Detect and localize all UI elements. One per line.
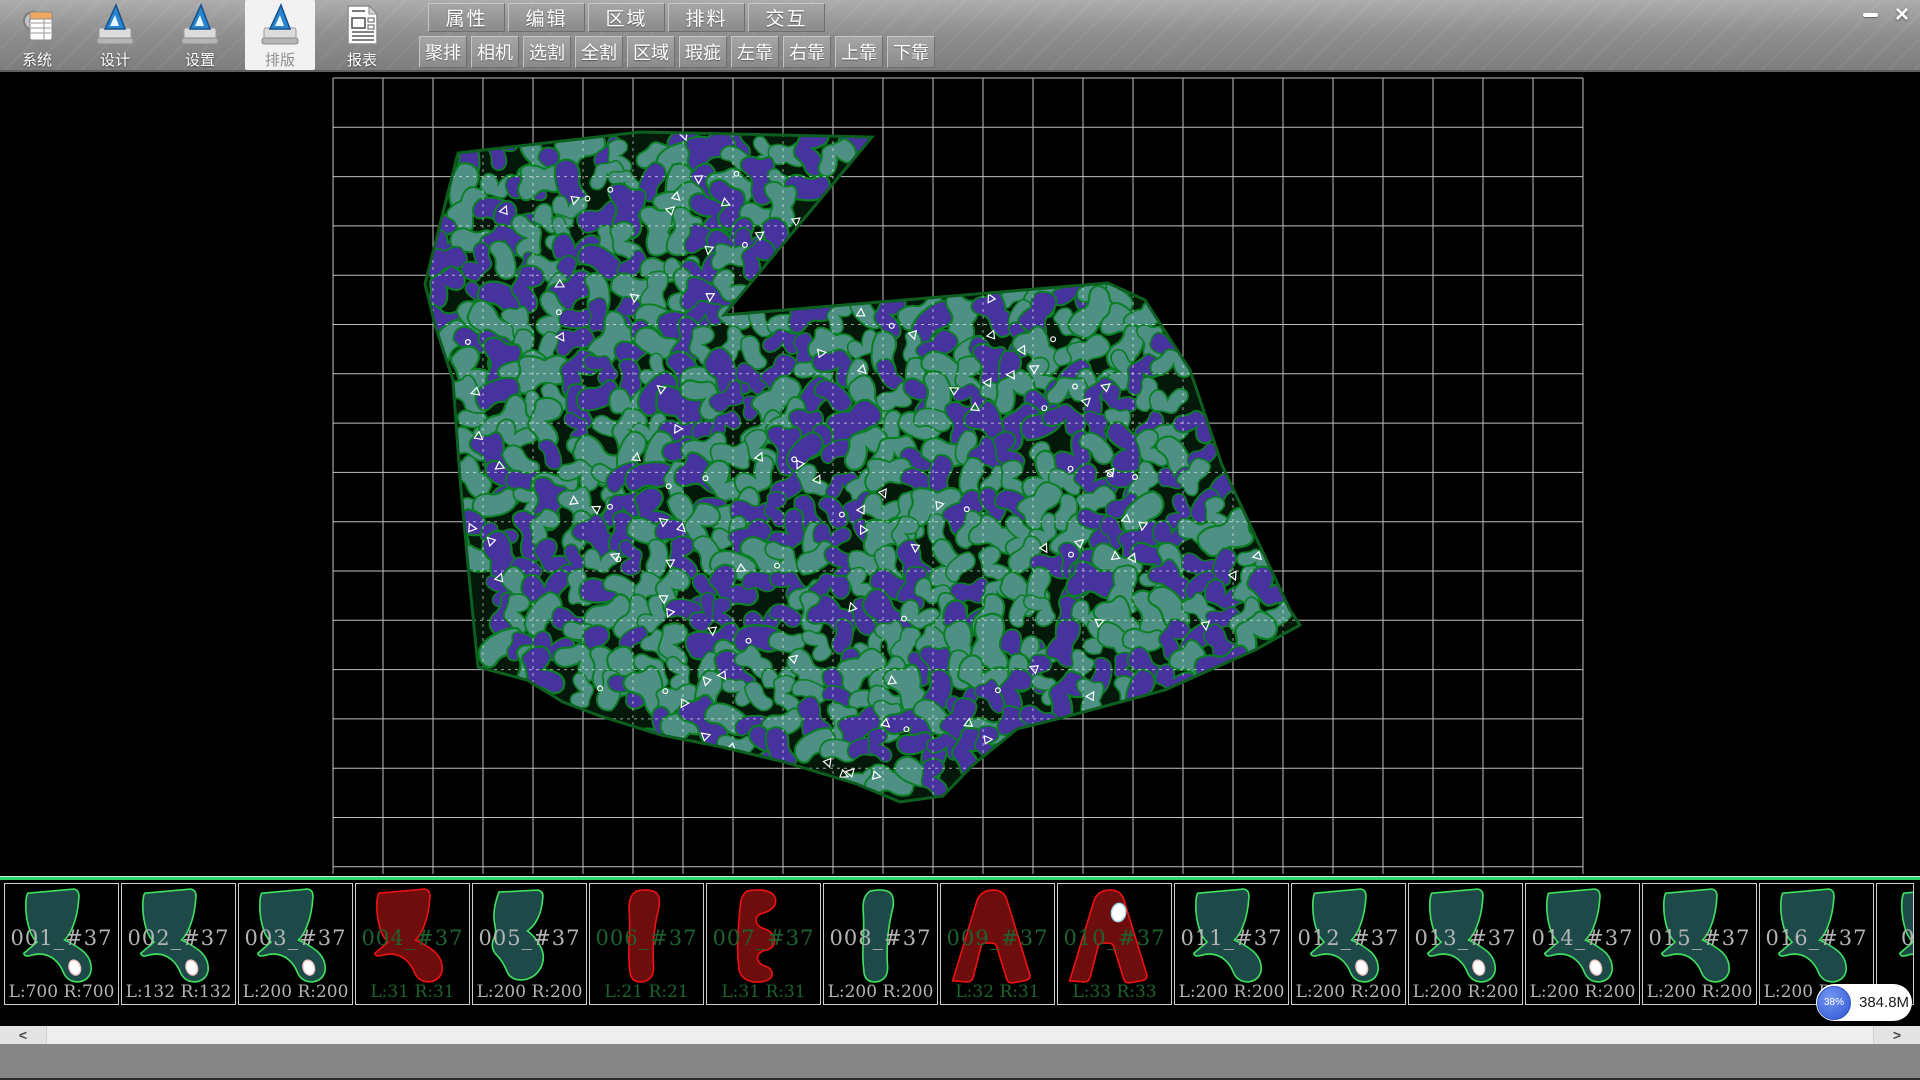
menu-nest[interactable]: 排料 (668, 3, 745, 32)
piece-thumbnail-shape (358, 886, 467, 988)
scroll-right-button[interactable]: > (1873, 1026, 1920, 1044)
tool-select-cut[interactable]: 选割 (523, 36, 571, 68)
ruler-icon (92, 2, 138, 48)
piece-thumbnail-010_#37[interactable]: 010_#37L:33 R:33 (1057, 883, 1172, 1005)
piece-thumbnail-012_#37[interactable]: 012_#37L:200 R:200 (1291, 883, 1406, 1005)
canvas-drawing (0, 72, 1920, 876)
piece-thumbnail-004_#37[interactable]: 004_#37L:31 R:31 (355, 883, 470, 1005)
piece-thumbnail-003_#37[interactable]: 003_#37L:200 R:200 (238, 883, 353, 1005)
piece-thumbnail-shape (1294, 886, 1403, 988)
report-icon (339, 2, 385, 48)
piece-thumbnail-008_#37[interactable]: 008_#37L:200 R:200 (823, 883, 938, 1005)
scroll-left-button[interactable]: < (0, 1026, 47, 1044)
tool-snap-top[interactable]: 上靠 (835, 36, 883, 68)
nesting-canvas[interactable] (0, 72, 1920, 876)
tool-snap-right[interactable]: 右靠 (783, 36, 831, 68)
piece-thumbnail-014_#37[interactable]: 014_#37L:200 R:200 (1525, 883, 1640, 1005)
pieces-strip: 001_#37L:700 R:700002_#37L:132 R:132003_… (0, 876, 1920, 1012)
nav-label-report: 报表 (347, 49, 377, 70)
nav-label-nesting: 排版 (265, 49, 295, 70)
piece-thumbnail-005_#37[interactable]: 005_#37L:200 R:200 (472, 883, 587, 1005)
piece-thumbnail-009_#37[interactable]: 009_#37L:32 R:31 (940, 883, 1055, 1005)
piece-thumbnail-shape (1645, 886, 1754, 988)
minimize-icon (1863, 13, 1878, 17)
tool-camera[interactable]: 相机 (471, 36, 519, 68)
piece-thumbnail-shape (7, 886, 116, 988)
piece-thumbnail-006_#37[interactable]: 006_#37L:21 R:21 (589, 883, 704, 1005)
nav-button-system[interactable]: 系统 (2, 0, 72, 70)
system-gear-icon (14, 2, 60, 48)
piece-thumbnail-shape (1762, 886, 1871, 988)
piece-thumbnail-shape (241, 886, 350, 988)
piece-thumbnail-015_#37[interactable]: 015_#37L:200 R:200 (1642, 883, 1757, 1005)
piece-thumbnail-shape (1177, 886, 1286, 988)
piece-thumbnail-013_#37[interactable]: 013_#37L:200 R:200 (1408, 883, 1523, 1005)
minimize-button[interactable] (1856, 3, 1884, 27)
main-toolbar: 系统设计设置排版报表 属性编辑区域排料交互聚排相机选割全割区域瑕疵左靠右靠上靠下… (0, 0, 1920, 72)
piece-thumbnail-shape (475, 886, 584, 988)
menu-edit[interactable]: 编辑 (508, 3, 585, 32)
progress-memory-badge: 38% 384.8M (1816, 984, 1912, 1021)
ruler-icon (177, 2, 223, 48)
piece-thumbnail-shape (1411, 886, 1520, 988)
nav-button-report[interactable]: 报表 (327, 0, 397, 70)
piece-thumbnail-001_#37[interactable]: 001_#37L:700 R:700 (4, 883, 119, 1005)
ruler-icon (257, 2, 303, 48)
window-controls: × (1856, 3, 1916, 27)
memory-value: 384.8M (1859, 994, 1909, 1011)
piece-thumbnail-shape (1060, 886, 1169, 988)
piece-thumbnail-shape (826, 886, 935, 988)
tool-cluster-nest[interactable]: 聚排 (419, 36, 467, 68)
piece-thumbnail-007_#37[interactable]: 007_#37L:31 R:31 (706, 883, 821, 1005)
nav-label-settings: 设置 (185, 49, 215, 70)
piece-thumbnail-shape (709, 886, 818, 988)
piece-thumbnail-shape (1528, 886, 1637, 988)
menu-interact[interactable]: 交互 (748, 3, 825, 32)
piece-thumbnail-shape (124, 886, 233, 988)
tool-snap-bottom[interactable]: 下靠 (887, 36, 935, 68)
piece-thumbnail-002_#37[interactable]: 002_#37L:132 R:132 (121, 883, 236, 1005)
piece-thumbnail-shape (943, 886, 1052, 988)
close-button[interactable]: × (1888, 3, 1916, 27)
progress-circle: 38% (1817, 986, 1851, 1020)
nav-label-design: 设计 (100, 49, 130, 70)
menu-region[interactable]: 区域 (588, 3, 665, 32)
tool-area[interactable]: 区域 (627, 36, 675, 68)
nav-label-system: 系统 (22, 49, 52, 70)
nav-button-settings[interactable]: 设置 (165, 0, 235, 70)
piece-thumbnail-011_#37[interactable]: 011_#37L:200 R:200 (1174, 883, 1289, 1005)
menu-properties[interactable]: 属性 (428, 3, 505, 32)
tool-cut-all[interactable]: 全割 (575, 36, 623, 68)
piece-thumbnail-shape (592, 886, 701, 988)
tool-defect[interactable]: 瑕疵 (679, 36, 727, 68)
nav-button-design[interactable]: 设计 (80, 0, 150, 70)
nav-button-nesting[interactable]: 排版 (245, 0, 315, 70)
window-bottom-band (0, 1044, 1920, 1078)
strip-divider (0, 876, 1920, 880)
tool-snap-left[interactable]: 左靠 (731, 36, 779, 68)
piece-thumbnail-shape (1883, 886, 1914, 988)
horizontal-scrollbar[interactable]: < > (0, 1026, 1920, 1044)
